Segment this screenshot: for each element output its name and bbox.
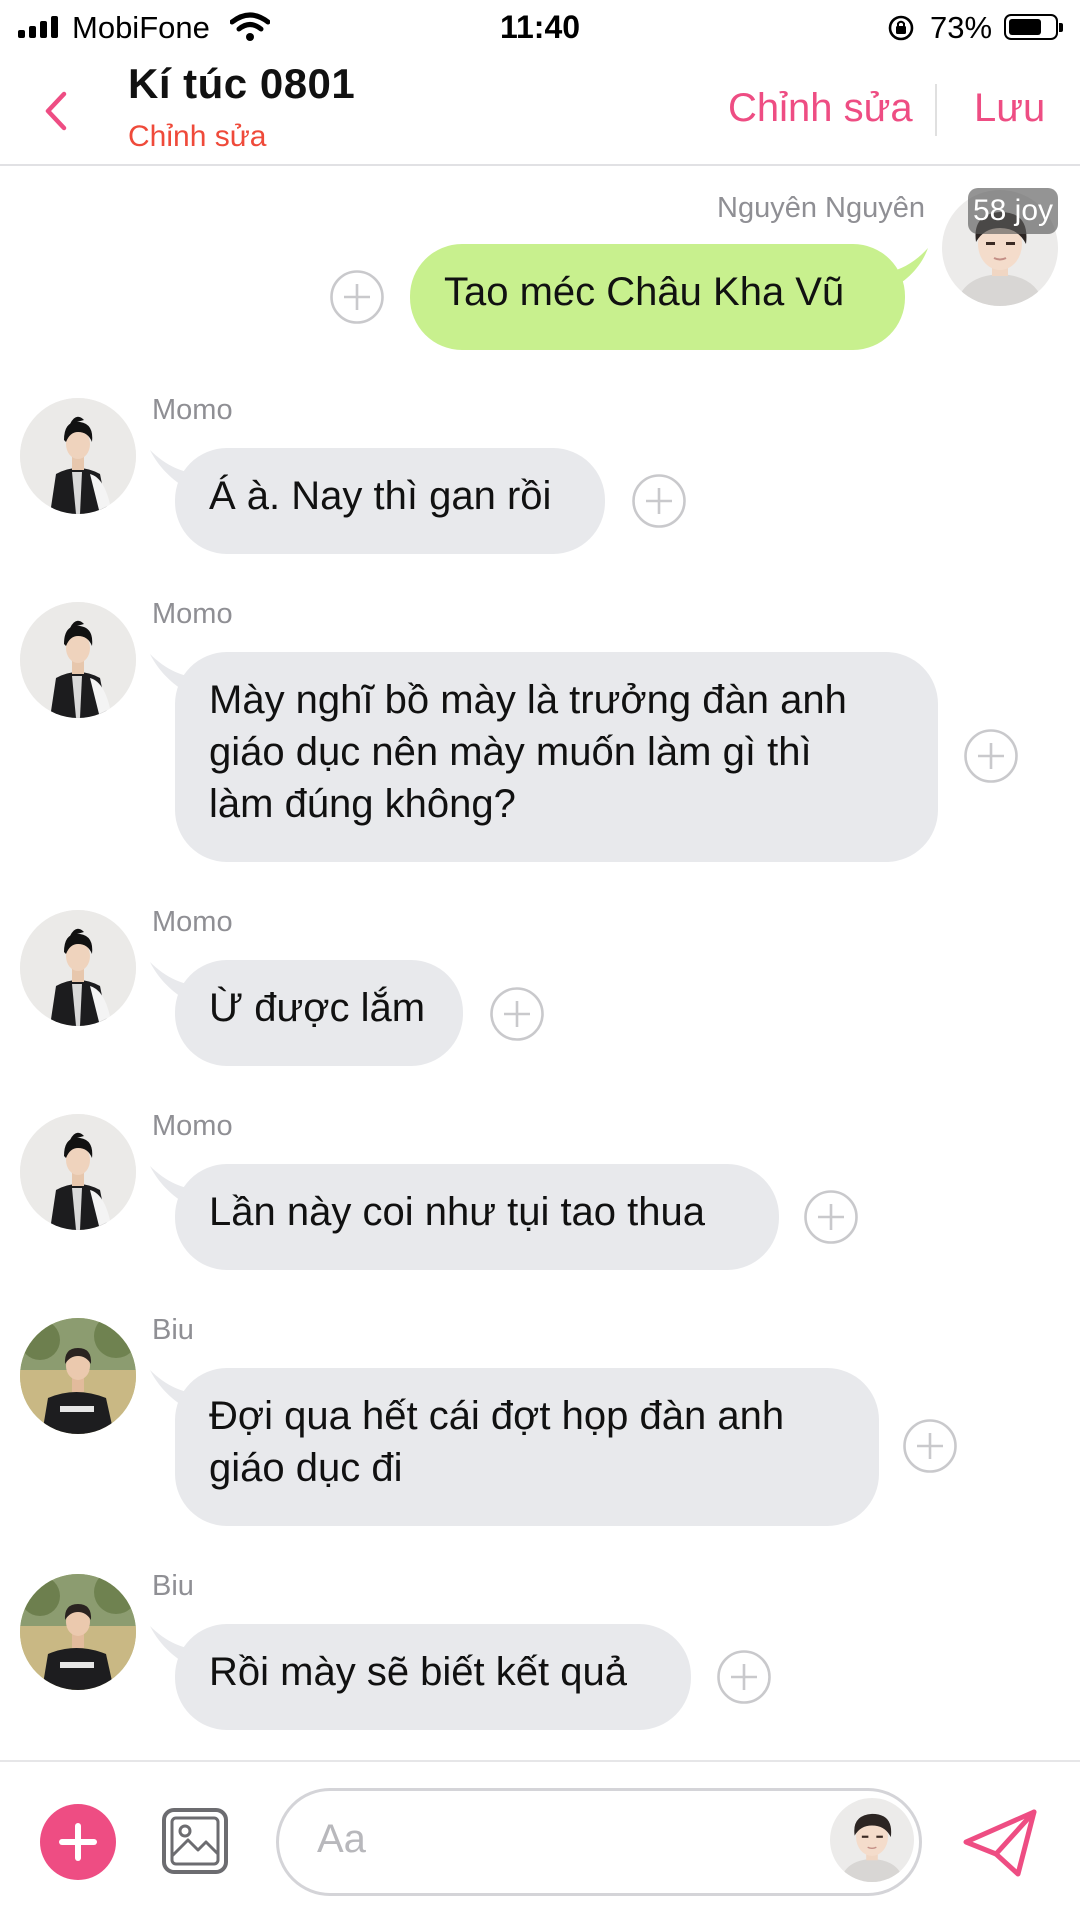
avatar <box>20 1574 136 1690</box>
message-text-line: làm đúng không? <box>209 782 516 826</box>
message-bubble-incoming[interactable]: Mày nghĩ bồ mày là trưởng đàn anh giáo d… <box>175 652 938 862</box>
message-bubble-incoming[interactable]: Rồi mày sẽ biết kết quả <box>175 1624 691 1730</box>
message-text-line: giáo dục nên mày muốn làm gì thì <box>209 730 812 774</box>
sender-name: Momo <box>152 598 233 630</box>
add-reaction-icon[interactable] <box>716 1649 772 1705</box>
message-text: Ừ được lắm <box>209 986 426 1030</box>
message-text: Tao méc Châu Kha Vũ <box>444 270 845 314</box>
add-reaction-icon[interactable] <box>902 1418 958 1474</box>
conversation-title: Kí túc 0801 <box>128 60 356 107</box>
message-text-line: Mày nghĩ bồ mày là trưởng đàn anh <box>209 678 847 722</box>
chat-header: Kí túc 0801 Chỉnh sửa Chỉnh sửa Lưu <box>0 56 1080 166</box>
battery-icon <box>1004 14 1063 40</box>
message-bubble-outgoing[interactable]: Tao méc Châu Kha Vũ <box>410 244 905 350</box>
message-list[interactable]: Nguyên Nguyên Tao méc Châu Kha Vũ 58 joy… <box>0 166 1080 1760</box>
avatar[interactable] <box>830 1798 914 1882</box>
sender-name: Biu <box>152 1314 194 1346</box>
message-input[interactable]: Aa <box>276 1788 922 1896</box>
edit-button[interactable]: Chỉnh sửa <box>728 86 913 131</box>
chevron-left-icon[interactable] <box>36 86 76 136</box>
save-button[interactable]: Lưu <box>974 86 1045 131</box>
avatar <box>20 1114 136 1230</box>
message-text: Rồi mày sẽ biết kết quả <box>209 1650 627 1694</box>
sender-name: Momo <box>152 1110 233 1142</box>
send-icon[interactable] <box>962 1808 1038 1878</box>
message-bubble-incoming[interactable]: Ừ được lắm <box>175 960 463 1066</box>
message-text: Lần này coi như tụi tao thua <box>209 1190 706 1234</box>
header-divider <box>935 84 937 136</box>
avatar-badge: 58 joy <box>968 188 1058 234</box>
add-reaction-icon[interactable] <box>329 269 385 325</box>
message-text: Á à. Nay thì gan rồi <box>209 474 552 518</box>
attach-button[interactable] <box>40 1804 116 1880</box>
avatar <box>20 1318 136 1434</box>
add-reaction-icon[interactable] <box>631 473 687 529</box>
add-reaction-icon[interactable] <box>963 728 1019 784</box>
image-icon[interactable] <box>160 1806 230 1876</box>
status-bar: MobiFone 11:40 73% <box>0 0 1080 56</box>
sender-name: Momo <box>152 906 233 938</box>
rotation-lock-icon <box>888 15 914 41</box>
message-input-placeholder: Aa <box>317 1817 366 1861</box>
avatar <box>20 910 136 1026</box>
battery-percentage: 73% <box>930 10 993 45</box>
add-reaction-icon[interactable] <box>489 986 545 1042</box>
add-reaction-icon[interactable] <box>803 1189 859 1245</box>
avatar <box>20 398 136 514</box>
plus-icon <box>59 1823 97 1861</box>
battery-level <box>1009 19 1041 35</box>
sender-name: Nguyên Nguyên <box>717 192 925 224</box>
message-bubble-incoming[interactable]: Á à. Nay thì gan rồi <box>175 448 605 554</box>
message-text-line: giáo dục đi <box>209 1446 403 1490</box>
composer-bar: Aa <box>0 1760 1080 1920</box>
conversation-subtitle[interactable]: Chỉnh sửa <box>128 120 267 154</box>
message-bubble-incoming[interactable]: Đợi qua hết cái đợt họp đàn anh giáo dục… <box>175 1368 879 1526</box>
status-time: 11:40 <box>499 9 581 45</box>
sender-name: Momo <box>152 394 233 426</box>
message-text-line: Đợi qua hết cái đợt họp đàn anh <box>209 1394 785 1438</box>
sender-name: Biu <box>152 1570 194 1602</box>
avatar <box>20 602 136 718</box>
message-bubble-incoming[interactable]: Lần này coi như tụi tao thua <box>175 1164 779 1270</box>
